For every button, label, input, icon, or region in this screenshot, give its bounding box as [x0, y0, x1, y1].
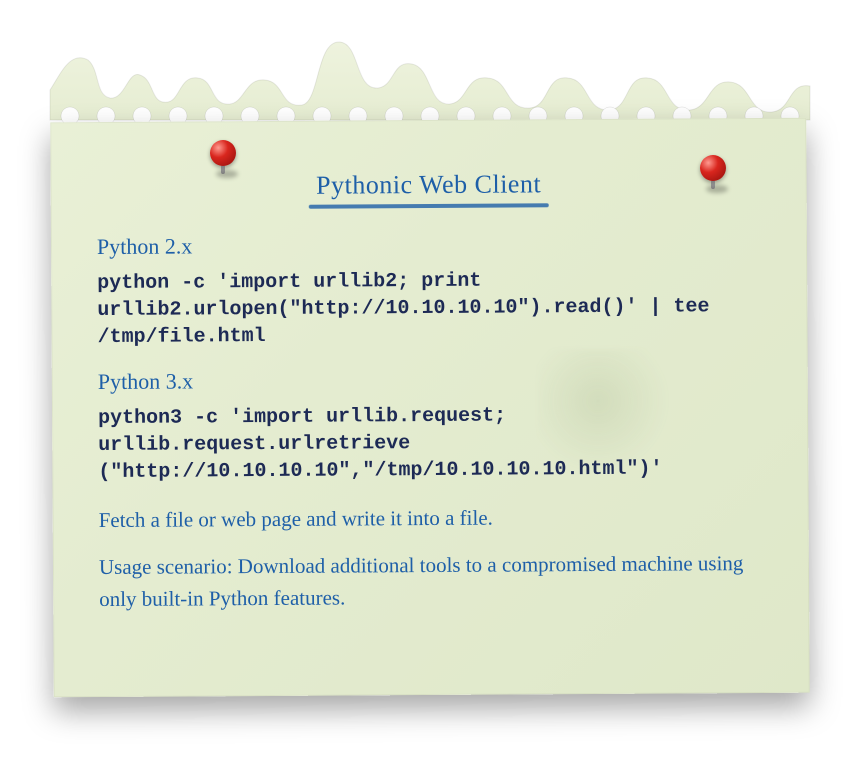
- pushpin-icon: [700, 155, 730, 185]
- heading-python3: Python 3.x: [98, 365, 762, 395]
- code-python2: python -c 'import urllib2; print urllib2…: [97, 266, 761, 351]
- note-usage: Usage scenario: Download additional tool…: [99, 547, 763, 616]
- note-title: Pythonic Web Client: [97, 168, 761, 202]
- pushpin-icon: [210, 140, 240, 170]
- heading-python2: Python 2.x: [97, 230, 761, 260]
- code-python3: python3 -c 'import urllib.request; urlli…: [98, 401, 762, 486]
- note-card-stage: Pythonic Web Client Python 2.x python -c…: [0, 0, 860, 762]
- note-paper: Pythonic Web Client Python 2.x python -c…: [50, 118, 809, 698]
- note-description: Fetch a file or web page and write it in…: [99, 500, 763, 537]
- title-underline: [309, 203, 549, 208]
